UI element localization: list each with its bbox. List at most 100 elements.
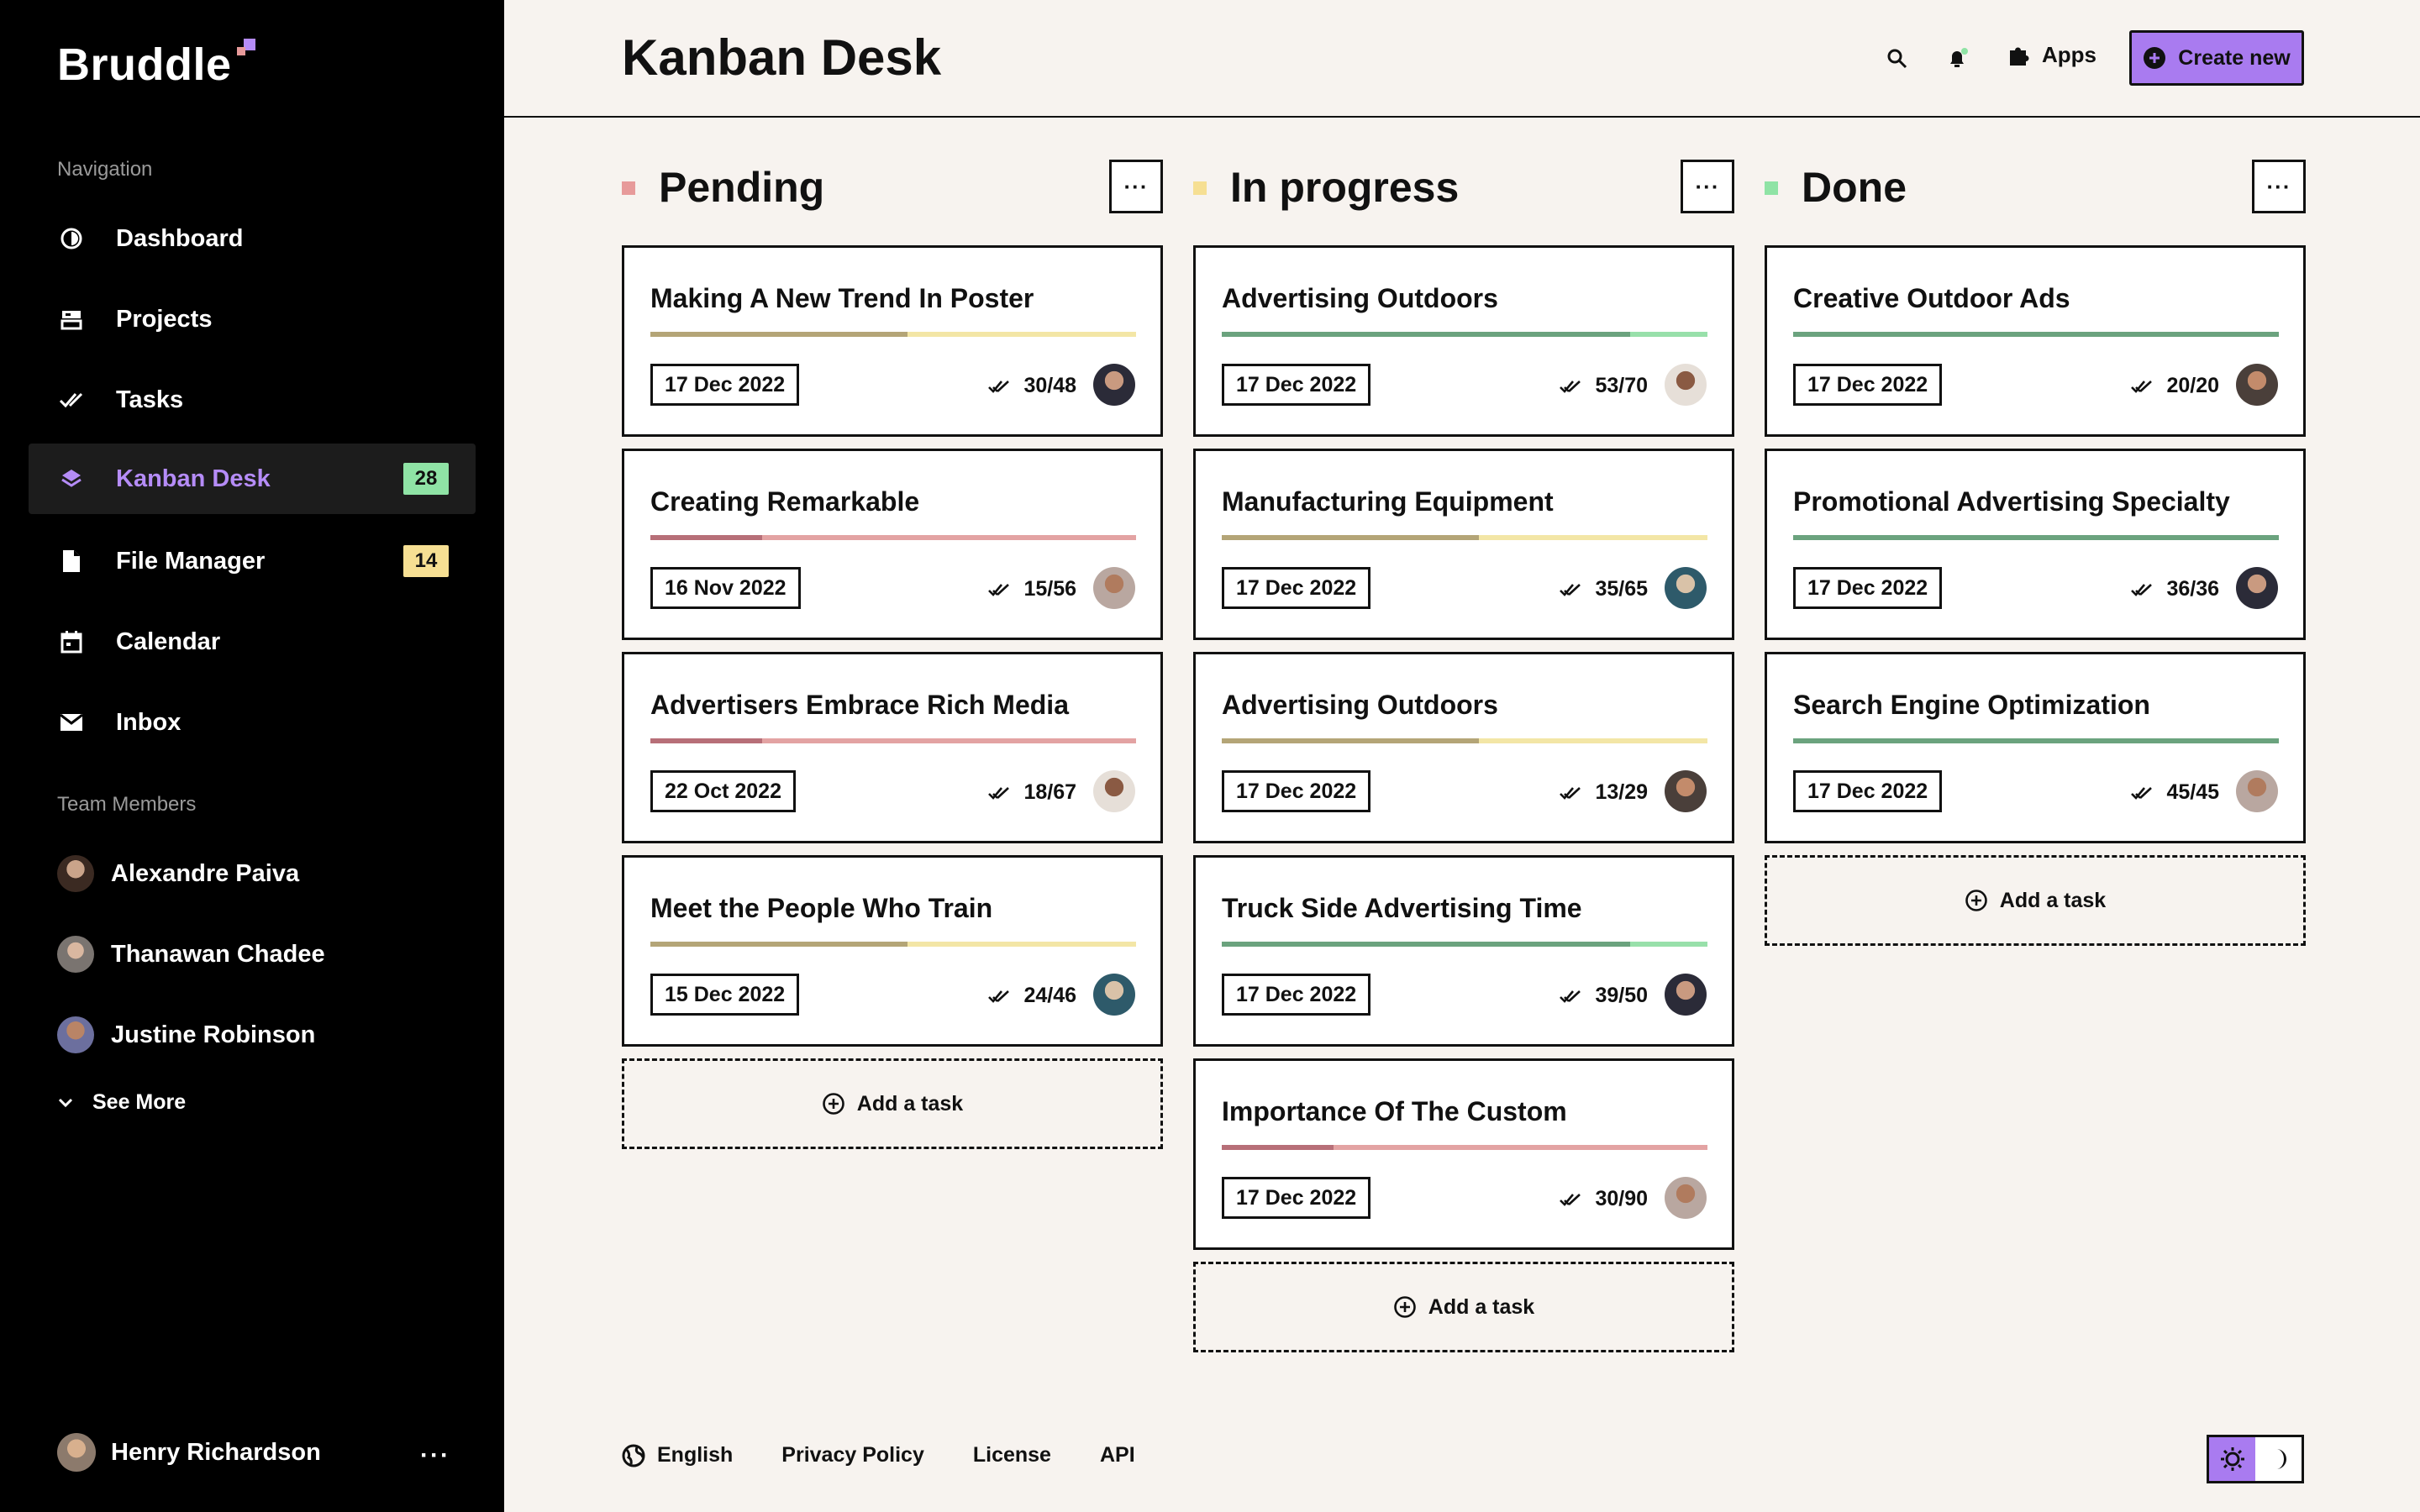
member-name: Justine Robinson [111, 1021, 316, 1048]
language-selector[interactable]: English [622, 1443, 733, 1467]
task-title: Promotional Advertising Specialty [1793, 486, 2230, 517]
sidebar-item-inbox[interactable]: Inbox [29, 687, 476, 758]
task-card[interactable]: Creating Remarkable 16 Nov 2022 15/56 [622, 449, 1163, 640]
column-more-button[interactable]: ··· [1681, 160, 1734, 213]
privacy-policy-link[interactable]: Privacy Policy [781, 1443, 924, 1467]
double-check-icon [1560, 786, 1581, 800]
assignee-avatar[interactable] [1093, 364, 1135, 406]
team-member[interactable]: Alexandre Paiva [57, 850, 299, 897]
task-card[interactable]: Advertising Outdoors 17 Dec 2022 13/29 [1193, 652, 1734, 843]
task-due-date: 17 Dec 2022 [650, 364, 800, 406]
assignee-avatar[interactable] [1665, 770, 1707, 812]
assignee-avatar[interactable] [1665, 364, 1707, 406]
add-task-button[interactable]: Add a task [1765, 855, 2306, 946]
task-count: 39/50 [1560, 984, 1648, 1008]
column-more-button[interactable]: ··· [2252, 160, 2306, 213]
task-progress-bar [1222, 332, 1707, 337]
assignee-avatar[interactable] [1665, 1177, 1707, 1219]
task-card[interactable]: Search Engine Optimization 17 Dec 2022 45/… [1765, 652, 2306, 843]
task-title: Advertising Outdoors [1222, 690, 1498, 720]
double-check-icon [988, 786, 1010, 800]
sidebar-item-tasks[interactable]: Tasks [29, 365, 476, 435]
sidebar-item-label: Inbox [116, 708, 182, 736]
license-link[interactable]: License [973, 1443, 1051, 1467]
assignee-avatar[interactable] [1093, 567, 1135, 609]
task-count: 36/36 [2131, 577, 2219, 601]
add-task-button[interactable]: Add a task [1193, 1262, 1734, 1352]
task-count-value: 18/67 [1023, 780, 1076, 804]
double-check-icon [1560, 990, 1581, 1003]
more-dots-icon: ··· [1695, 173, 1720, 199]
task-card[interactable]: Advertisers Embrace Rich Media 22 Oct 202… [622, 652, 1163, 843]
member-name: Thanawan Chadee [111, 940, 325, 968]
assignee-avatar[interactable] [1665, 974, 1707, 1016]
task-progress-bar [1793, 535, 2279, 540]
kanban-column-0: Pending ··· Making A New Trend In Poster 17… [622, 158, 1163, 1149]
theme-toggle[interactable] [2207, 1435, 2304, 1483]
column-status-dot [1193, 181, 1207, 195]
task-due-date: 17 Dec 2022 [1222, 1177, 1371, 1219]
sidebar-item-calendar[interactable]: Calendar [29, 606, 476, 677]
api-link[interactable]: API [1100, 1443, 1135, 1467]
sidebar: Bruddle Navigation Dashboard Projects Ta… [0, 0, 504, 1512]
task-card[interactable]: Creative Outdoor Ads 17 Dec 2022 20/20 [1765, 245, 2306, 437]
task-due-date: 17 Dec 2022 [1793, 567, 1943, 609]
task-title: Advertising Outdoors [1222, 283, 1498, 313]
assignee-avatar[interactable] [1093, 974, 1135, 1016]
logo-mark-icon [236, 39, 255, 57]
task-title: Meet the People Who Train [650, 893, 993, 923]
assignee-avatar[interactable] [1665, 567, 1707, 609]
task-count: 35/65 [1560, 577, 1648, 601]
task-progress-bar [1793, 738, 2279, 743]
sidebar-item-kanban-desk[interactable]: Kanban Desk 28 [29, 444, 476, 514]
task-card[interactable]: Making A New Trend In Poster 17 Dec 2022 3… [622, 245, 1163, 437]
assignee-avatar[interactable] [2236, 770, 2278, 812]
add-task-button[interactable]: Add a task [622, 1058, 1163, 1149]
assignee-avatar[interactable] [1093, 770, 1135, 812]
task-count: 18/67 [988, 780, 1076, 805]
user-profile[interactable]: Henry Richardson [57, 1433, 321, 1472]
apps-button[interactable]: Apps [2007, 42, 2096, 68]
assignee-avatar[interactable] [2236, 567, 2278, 609]
task-progress-bar [650, 738, 1136, 743]
task-count-value: 53/70 [1595, 374, 1648, 397]
sidebar-item-file-manager[interactable]: File Manager 14 [29, 526, 476, 596]
card-list: Advertising Outdoors 17 Dec 2022 53/70 Manu… [1193, 245, 1734, 1352]
task-card[interactable]: Advertising Outdoors 17 Dec 2022 53/70 [1193, 245, 1734, 437]
kanban-column-2: Done ··· Creative Outdoor Ads 17 Dec 2022 20… [1765, 158, 2306, 946]
brand-logo[interactable]: Bruddle [57, 39, 255, 91]
plus-circle-icon [1965, 890, 1987, 911]
user-menu-button[interactable]: ··· [420, 1441, 450, 1470]
see-more-button[interactable]: See More [57, 1090, 186, 1115]
task-card[interactable]: Truck Side Advertising Time 17 Dec 2022 39… [1193, 855, 1734, 1047]
task-count-value: 30/90 [1595, 1187, 1648, 1210]
column-status-dot [622, 181, 635, 195]
notification-bell-icon[interactable] [1941, 42, 1975, 76]
task-card[interactable]: Meet the People Who Train 15 Dec 2022 24/4… [622, 855, 1163, 1047]
task-count: 30/48 [988, 374, 1076, 398]
task-card[interactable]: Promotional Advertising Specialty 17 Dec … [1765, 449, 2306, 640]
task-progress-bar [650, 942, 1136, 947]
task-count-value: 35/65 [1595, 577, 1648, 601]
dark-mode-button[interactable] [2255, 1437, 2302, 1481]
sidebar-item-dashboard[interactable]: Dashboard [29, 203, 476, 274]
task-title: Importance Of The Custom [1222, 1096, 1567, 1126]
task-card[interactable]: Importance Of The Custom 17 Dec 2022 30/90 [1193, 1058, 1734, 1250]
task-progress-bar [1793, 332, 2279, 337]
light-mode-button[interactable] [2209, 1437, 2255, 1481]
double-check-icon [988, 380, 1010, 393]
task-count: 20/20 [2131, 374, 2219, 398]
task-due-date: 15 Dec 2022 [650, 974, 800, 1016]
search-icon[interactable] [1881, 42, 1914, 76]
column-more-button[interactable]: ··· [1109, 160, 1163, 213]
footer: English Privacy Policy License API [622, 1443, 1135, 1467]
plus-circle-icon [822, 1093, 844, 1115]
team-member[interactable]: Thanawan Chadee [57, 931, 325, 978]
create-new-button[interactable]: Create new [2129, 30, 2304, 86]
task-count: 45/45 [2131, 780, 2219, 805]
assignee-avatar[interactable] [2236, 364, 2278, 406]
team-member[interactable]: Justine Robinson [57, 1011, 315, 1058]
nav-section-label: Navigation [57, 158, 153, 181]
task-card[interactable]: Manufacturing Equipment 17 Dec 2022 35/65 [1193, 449, 1734, 640]
sidebar-item-projects[interactable]: Projects [29, 284, 476, 354]
